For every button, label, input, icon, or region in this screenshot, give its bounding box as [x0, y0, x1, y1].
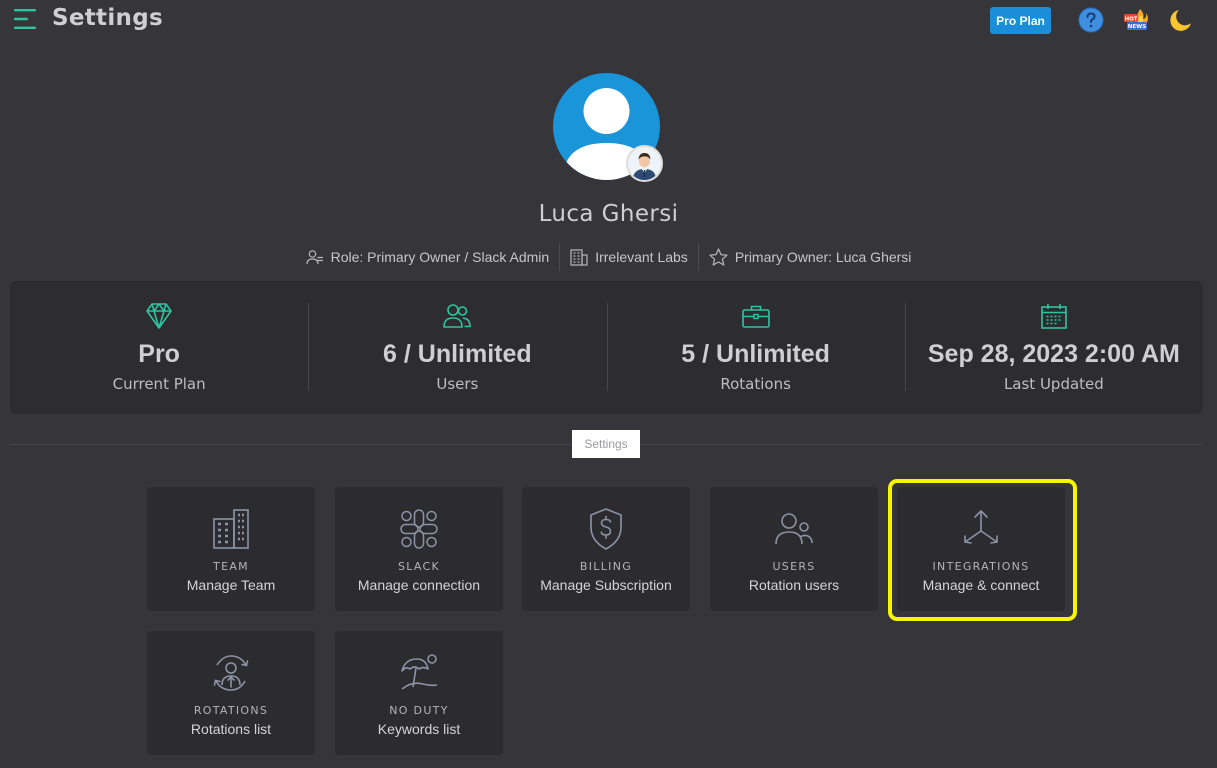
user-name: Luca Ghersi	[538, 201, 679, 227]
slack-icon	[400, 509, 438, 549]
card-title: BILLING	[579, 560, 633, 573]
stat-label: Current Plan	[112, 375, 206, 393]
card-subtitle: Keywords list	[377, 721, 461, 737]
card-no-duty[interactable]: NO DUTY Keywords list	[335, 631, 503, 755]
card-title: NO DUTY	[389, 704, 449, 717]
card-title: USERS	[772, 560, 816, 573]
card-subtitle: Manage connection	[357, 577, 481, 593]
stat-value: Sep 28, 2023 2:00 AM	[927, 340, 1180, 368]
pro-plan-button[interactable]: Pro Plan	[990, 7, 1051, 34]
hot-news-icon[interactable]: HOT NEWS	[1123, 7, 1149, 33]
card-subtitle: Manage & connect	[922, 577, 1040, 593]
stat-label: Users	[436, 375, 479, 393]
workspace-info: Irrelevant Labs	[560, 248, 698, 266]
users-icon	[443, 304, 472, 328]
rotation-icon	[213, 655, 249, 691]
avatar-badge[interactable]	[626, 145, 663, 182]
help-icon[interactable]	[1078, 7, 1104, 33]
card-subtitle: Rotations list	[190, 721, 272, 737]
svg-text:NEWS: NEWS	[1128, 24, 1146, 30]
building-icon	[570, 249, 588, 266]
stat-last-updated: Sep 28, 2023 2:00 AM Last Updated	[904, 281, 1203, 414]
stat-current-plan: Pro Current Plan	[10, 281, 308, 414]
integrations-icon	[964, 510, 998, 544]
page-title: Settings	[52, 5, 163, 31]
star-icon	[709, 248, 728, 266]
calendar-icon	[1041, 304, 1067, 329]
card-subtitle: Manage Team	[186, 577, 276, 593]
top-bar: Settings Pro Plan HOT NEWS	[0, 0, 1217, 40]
profile-meta-row: Role: Primary Owner / Slack Admin Irrele…	[0, 243, 1217, 271]
card-subtitle: Rotation users	[748, 577, 840, 593]
diamond-icon	[146, 303, 172, 329]
stat-users: 6 / Unlimited Users	[308, 281, 606, 414]
stats-panel: Pro Current Plan 6 / Unlimited Users 5 /…	[10, 281, 1203, 414]
shield-dollar-icon	[590, 508, 622, 550]
card-title: INTEGRATIONS	[932, 560, 1030, 573]
card-billing[interactable]: BILLING Manage Subscription	[522, 487, 690, 611]
role-text: Role: Primary Owner / Slack Admin	[330, 249, 550, 265]
dark-mode-moon-icon[interactable]	[1168, 7, 1194, 33]
card-integrations[interactable]: INTEGRATIONS Manage & connect	[897, 487, 1065, 611]
role-info: Role: Primary Owner / Slack Admin	[296, 249, 560, 265]
card-rotations[interactable]: ROTATIONS Rotations list	[147, 631, 315, 755]
building-icon	[213, 509, 249, 549]
card-subtitle: Manage Subscription	[540, 577, 672, 593]
stat-label: Last Updated	[1003, 375, 1104, 393]
card-slack[interactable]: SLACK Manage connection	[335, 487, 503, 611]
card-team[interactable]: TEAM Manage Team	[147, 487, 315, 611]
stat-label: Rotations	[720, 375, 791, 393]
card-users[interactable]: USERS Rotation users	[710, 487, 878, 611]
card-title: ROTATIONS	[193, 704, 269, 717]
workspace-name: Irrelevant Labs	[595, 249, 688, 265]
stat-value: 5 / Unlimited	[681, 340, 830, 368]
stat-value: 6 / Unlimited	[383, 340, 532, 368]
stat-value: Pro	[138, 340, 180, 368]
primary-owner-info: Primary Owner: Luca Ghersi	[699, 248, 922, 266]
card-title: SLACK	[397, 560, 441, 573]
card-title: TEAM	[213, 560, 249, 573]
briefcase-icon	[741, 305, 770, 328]
menu-icon[interactable]	[14, 8, 38, 30]
users-icon	[775, 513, 813, 545]
settings-section-label: Settings	[572, 430, 640, 458]
stat-rotations: 5 / Unlimited Rotations	[606, 281, 905, 414]
beach-umbrella-icon	[401, 654, 438, 690]
primary-owner-text: Primary Owner: Luca Ghersi	[734, 249, 912, 265]
user-avatar-icon	[628, 147, 661, 180]
user-role-icon	[305, 250, 323, 265]
svg-text:HOT: HOT	[1124, 16, 1137, 22]
